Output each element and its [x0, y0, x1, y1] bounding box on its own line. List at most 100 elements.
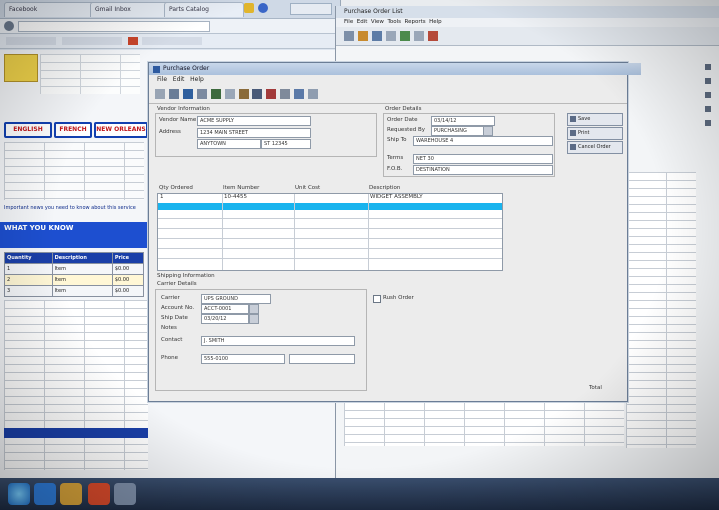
menu-item[interactable]: Tools	[387, 19, 401, 25]
bookmark[interactable]	[142, 37, 202, 45]
lookup-icon[interactable]	[249, 304, 259, 314]
address-line1-field[interactable]: 1234 MAIN STREET	[197, 128, 311, 138]
new-icon[interactable]	[344, 31, 354, 41]
save-icon[interactable]	[168, 89, 179, 99]
ie-icon[interactable]	[34, 483, 56, 505]
toolbar	[336, 27, 719, 46]
back-icon[interactable]	[4, 21, 14, 31]
check-icon[interactable]	[210, 89, 221, 99]
new-icon[interactable]	[155, 89, 165, 99]
browser-tab[interactable]: Parts Catalog	[164, 2, 244, 17]
vendor-name-field[interactable]: ACME SUPPLY	[197, 116, 311, 126]
column-header[interactable]: Unit Cost	[295, 185, 320, 191]
save-button[interactable]: Save	[567, 113, 623, 126]
nav-button[interactable]: FRENCH	[54, 122, 92, 138]
ship-date-field[interactable]: 03/20/12	[201, 314, 249, 324]
nav-button[interactable]: ENGLISH	[4, 122, 52, 138]
table-cell: 10-4455	[224, 194, 247, 200]
carrier-field[interactable]: UPS GROUND	[201, 294, 271, 304]
ship-date-label: Ship Date	[161, 315, 188, 321]
delete-icon[interactable]	[266, 89, 277, 99]
menu-item[interactable]: View	[371, 19, 384, 25]
search-icon[interactable]	[413, 31, 424, 41]
state-zip-field[interactable]: ST 12345	[261, 139, 311, 149]
browser-tab[interactable]: Gmail Inbox	[90, 2, 170, 17]
table-cell: 2	[4, 274, 53, 286]
save-icon[interactable]	[371, 31, 382, 41]
phone-field[interactable]: 555-0100	[201, 354, 285, 364]
refresh-icon[interactable]	[399, 31, 410, 41]
site-grid-table	[4, 300, 148, 470]
start-icon[interactable]	[8, 483, 30, 505]
delete-icon[interactable]	[427, 31, 438, 41]
account-field[interactable]: ACCT-0001	[201, 304, 249, 314]
contact-label: Contact	[161, 337, 183, 343]
browser-tab[interactable]: Facebook	[4, 2, 96, 17]
side-icon-strip	[702, 56, 714, 246]
calendar-icon[interactable]	[249, 314, 259, 324]
tool-icon[interactable]	[705, 106, 711, 112]
window-controls[interactable]	[290, 3, 332, 15]
find-icon[interactable]	[224, 89, 235, 99]
email-icon[interactable]	[252, 89, 263, 99]
tool-icon[interactable]	[705, 120, 711, 126]
app-icon[interactable]	[114, 483, 136, 505]
menu-item[interactable]: Reports	[405, 19, 426, 25]
app-icon[interactable]	[88, 483, 110, 505]
contact-field[interactable]: J. SMITH	[201, 336, 355, 346]
list-grid[interactable]	[626, 172, 696, 448]
table-row[interactable]: 1 10-4455 WIDGET ASSEMBLY	[158, 194, 502, 202]
star-icon[interactable]	[244, 3, 254, 13]
lower-list[interactable]	[344, 402, 624, 446]
fob-field[interactable]: DESTINATION	[413, 165, 553, 175]
column-header[interactable]: Item Number	[223, 185, 259, 191]
menu-item[interactable]: File	[157, 76, 167, 83]
help-icon[interactable]	[308, 89, 319, 99]
menu-item[interactable]: Edit	[357, 19, 368, 25]
dropdown-icon[interactable]	[483, 126, 493, 136]
folder-icon[interactable]	[60, 483, 82, 505]
menu-item[interactable]: Edit	[173, 76, 185, 83]
bookmark[interactable]	[6, 37, 56, 45]
fob-label: F.O.B.	[387, 166, 403, 172]
menu-item[interactable]: Help	[190, 76, 204, 83]
requested-by-field[interactable]: PURCHASING	[431, 126, 485, 136]
print-icon[interactable]	[385, 31, 396, 41]
col-divider	[222, 194, 223, 270]
extension-field[interactable]	[289, 354, 355, 364]
bookmark[interactable]	[62, 37, 122, 45]
row-divider	[158, 248, 502, 249]
ship-to-field[interactable]: WAREHOUSE 4	[413, 136, 553, 146]
column-header[interactable]: Qty Ordered	[159, 185, 193, 191]
bookmark-icon[interactable]	[128, 37, 138, 45]
menu-item[interactable]: File	[344, 19, 353, 25]
table-header: Price	[111, 252, 145, 264]
shipping-section-label: Shipping Information	[157, 273, 215, 279]
rush-checkbox[interactable]	[373, 295, 381, 303]
cancel-order-button[interactable]: Cancel Order	[567, 141, 623, 154]
print-icon[interactable]	[182, 89, 193, 99]
column-header[interactable]: Description	[369, 185, 400, 191]
report-icon[interactable]	[294, 89, 305, 99]
nav-button[interactable]: NEW ORLEANS	[94, 122, 148, 138]
history-icon[interactable]	[280, 89, 291, 99]
tool-icon[interactable]	[705, 92, 711, 98]
selected-row[interactable]	[158, 203, 502, 210]
terms-field[interactable]: NET 30	[413, 154, 553, 164]
extension-icon[interactable]	[258, 3, 268, 13]
tool-icon[interactable]	[705, 64, 711, 70]
table-header: Quantity	[4, 252, 53, 264]
menu-item[interactable]: Help	[429, 19, 442, 25]
url-input[interactable]	[18, 21, 210, 32]
attach-icon[interactable]	[238, 89, 249, 99]
button-label: Cancel Order	[578, 144, 611, 150]
line-items-grid[interactable]: 1 10-4455 WIDGET ASSEMBLY	[157, 193, 503, 271]
tool-icon[interactable]	[705, 78, 711, 84]
city-field[interactable]: ANYTOWN	[197, 139, 261, 149]
order-date-field[interactable]: 03/14/12	[431, 116, 495, 126]
copy-icon[interactable]	[196, 89, 207, 99]
table-footer-band	[4, 428, 148, 438]
app-icon	[153, 66, 160, 73]
open-icon[interactable]	[357, 31, 368, 41]
print-button[interactable]: Print	[567, 127, 623, 140]
